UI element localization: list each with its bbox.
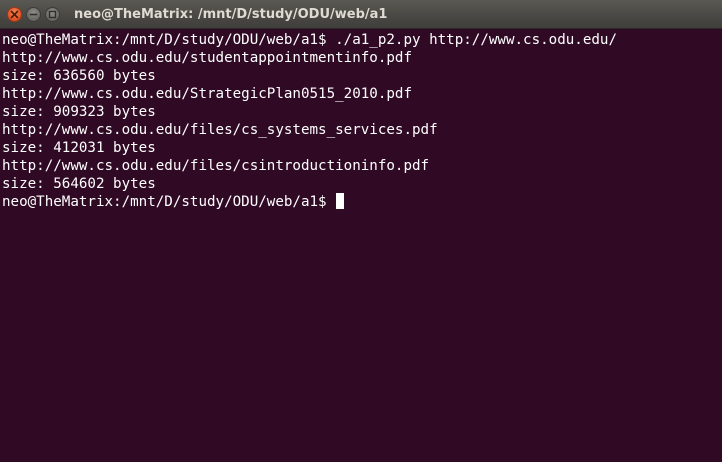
prompt-line[interactable]: neo@TheMatrix:/mnt/D/study/ODU/web/a1$ — [2, 193, 722, 211]
text-cursor — [336, 193, 345, 209]
window-title: neo@TheMatrix: /mnt/D/study/ODU/web/a1 — [74, 7, 388, 22]
terminal-window: neo@TheMatrix: /mnt/D/study/ODU/web/a1 n… — [0, 0, 722, 462]
terminal-output[interactable]: neo@TheMatrix:/mnt/D/study/ODU/web/a1$ .… — [0, 30, 722, 462]
terminal-line: neo@TheMatrix:/mnt/D/study/ODU/web/a1$ .… — [2, 32, 617, 48]
close-button[interactable] — [7, 7, 22, 22]
close-icon — [10, 10, 19, 19]
terminal-line: size: 564602 bytes — [2, 176, 156, 192]
title-bar[interactable]: neo@TheMatrix: /mnt/D/study/ODU/web/a1 — [0, 0, 722, 29]
minimize-button[interactable] — [26, 7, 41, 22]
terminal-line: size: 636560 bytes — [2, 68, 156, 84]
terminal-line: http://www.cs.odu.edu/files/csintroducti… — [2, 158, 430, 174]
terminal-line: http://www.cs.odu.edu/studentappointment… — [2, 50, 412, 66]
terminal-line: size: 412031 bytes — [2, 140, 156, 156]
terminal-line: http://www.cs.odu.edu/StrategicPlan0515_… — [2, 86, 412, 102]
shell-prompt: neo@TheMatrix:/mnt/D/study/ODU/web/a1$ — [2, 194, 336, 210]
maximize-button[interactable] — [45, 7, 60, 22]
maximize-icon — [48, 10, 57, 19]
terminal-line: size: 909323 bytes — [2, 104, 156, 120]
minimize-icon — [29, 13, 38, 16]
terminal-line: http://www.cs.odu.edu/files/cs_systems_s… — [2, 122, 438, 138]
